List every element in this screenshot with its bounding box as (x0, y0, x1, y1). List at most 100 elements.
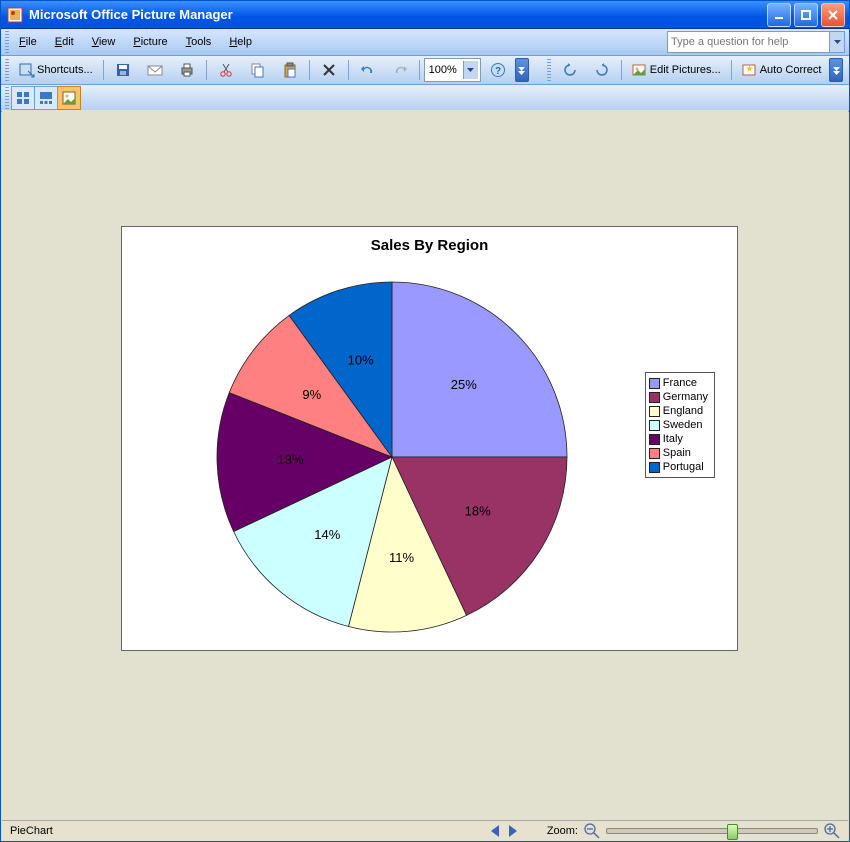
grip-icon (547, 59, 551, 81)
pie-label-italy: 13% (278, 452, 304, 467)
paste-button[interactable] (275, 58, 305, 82)
legend-label: Spain (663, 447, 691, 459)
copy-button[interactable] (243, 58, 273, 82)
menu-file[interactable]: File (11, 33, 45, 51)
legend-item-germany: Germany (649, 390, 708, 404)
legend-item-italy: Italy (649, 432, 708, 446)
single-view-icon (62, 91, 76, 105)
toolbar-view (1, 85, 849, 112)
chart-legend: France GermanyEnglandSweden Italy Spain Port… (645, 372, 715, 478)
help-button[interactable]: ? (483, 58, 513, 82)
menu-view[interactable]: View (84, 33, 124, 51)
toolbar-overflow-button[interactable] (515, 58, 529, 82)
thumbnail-view-button[interactable] (11, 86, 35, 110)
thumbnail-view-icon (16, 91, 30, 105)
legend-item-spain: Spain (649, 446, 708, 460)
chevron-down-icon (463, 61, 478, 79)
titlebar: Microsoft Office Picture Manager (1, 1, 849, 29)
menu-picture[interactable]: Picture (125, 33, 175, 51)
edit-pictures-label: Edit Pictures... (650, 64, 721, 76)
shortcuts-button[interactable]: Shortcuts... (13, 58, 99, 82)
chart-container: Sales By Region 25%18%11%14%13%9%10% Fra… (121, 226, 738, 651)
pie-label-portugal: 10% (348, 352, 374, 367)
save-icon (115, 62, 131, 78)
legend-label: Sweden (663, 419, 703, 431)
zoom-slider[interactable] (606, 828, 818, 834)
app-icon (7, 7, 23, 23)
content-area: Sales By Region 25%18%11%14%13%9%10% Fra… (2, 110, 848, 820)
legend-item-england: England (649, 404, 708, 418)
grip-icon (5, 87, 9, 109)
prev-image-button[interactable] (491, 825, 501, 837)
filmstrip-view-button[interactable] (35, 86, 58, 110)
auto-correct-icon (742, 62, 758, 78)
zoom-value: 100% (429, 64, 457, 76)
pie-label-france: 25% (451, 377, 477, 392)
zoom-out-button[interactable] (584, 823, 600, 839)
auto-correct-label: Auto Correct (760, 64, 822, 76)
paste-icon (282, 62, 298, 78)
pie-label-germany: 18% (465, 503, 491, 518)
menubar: FileEditViewPictureToolsHelp (1, 29, 849, 56)
pie-chart: 25%18%11%14%13%9%10% (182, 247, 602, 637)
mail-icon (147, 62, 163, 78)
status-filename: PieChart (10, 825, 53, 837)
shortcuts-icon (19, 62, 35, 78)
mail-button[interactable] (140, 58, 170, 82)
legend-swatch (649, 392, 660, 403)
rotate-left-button[interactable] (555, 58, 585, 82)
delete-button[interactable] (314, 58, 344, 82)
legend-swatch (649, 420, 660, 431)
help-search-input[interactable] (667, 31, 830, 53)
menu-tools[interactable]: Tools (178, 33, 220, 51)
print-button[interactable] (172, 58, 202, 82)
legend-label: Italy (663, 433, 683, 445)
redo-button[interactable] (385, 58, 415, 82)
legend-item-sweden: Sweden (649, 418, 708, 432)
help-icon: ? (490, 62, 506, 78)
menu-edit[interactable]: Edit (47, 33, 82, 51)
menu-help[interactable]: Help (221, 33, 260, 51)
edit-pictures-icon (632, 62, 648, 78)
filmstrip-view-icon (39, 91, 53, 105)
edit-pictures-button[interactable]: Edit Pictures... (626, 58, 727, 82)
maximize-button[interactable] (794, 3, 818, 27)
next-image-button[interactable] (507, 825, 517, 837)
single-view-button[interactable] (58, 86, 81, 110)
cut-icon (218, 62, 234, 78)
legend-swatch (649, 434, 660, 445)
print-icon (179, 62, 195, 78)
help-search-dropdown[interactable] (829, 31, 845, 53)
pie-slice-france (392, 282, 567, 457)
legend-label: France (663, 377, 697, 389)
rotate-left-icon (562, 62, 578, 78)
close-button[interactable] (821, 3, 845, 27)
pie-label-spain: 9% (302, 387, 321, 402)
toolbar-main: Shortcuts... 100% ? Edit Pictures... (1, 56, 849, 85)
legend-swatch (649, 462, 660, 473)
legend-item-france: France (649, 376, 708, 390)
rotate-right-icon (594, 62, 610, 78)
legend-label: Portugal (663, 461, 704, 473)
auto-correct-button[interactable]: Auto Correct (736, 58, 828, 82)
legend-label: Germany (663, 391, 708, 403)
zoom-in-button[interactable] (824, 823, 840, 839)
cut-button[interactable] (211, 58, 241, 82)
zoom-combo[interactable]: 100% (424, 58, 481, 82)
legend-swatch (649, 448, 660, 459)
window-title: Microsoft Office Picture Manager (29, 7, 233, 22)
legend-swatch (649, 378, 660, 389)
zoom-slider-thumb[interactable] (727, 824, 738, 840)
undo-button[interactable] (353, 58, 383, 82)
minimize-button[interactable] (767, 3, 791, 27)
rotate-right-button[interactable] (587, 58, 617, 82)
copy-icon (250, 62, 266, 78)
undo-icon (360, 62, 376, 78)
zoom-label: Zoom: (547, 825, 578, 837)
toolbar-overflow-button-2[interactable] (829, 58, 843, 82)
pie-label-sweden: 14% (314, 527, 340, 542)
redo-icon (392, 62, 408, 78)
legend-swatch (649, 406, 660, 417)
legend-item-portugal: Portugal (649, 460, 708, 474)
save-button[interactable] (108, 58, 138, 82)
